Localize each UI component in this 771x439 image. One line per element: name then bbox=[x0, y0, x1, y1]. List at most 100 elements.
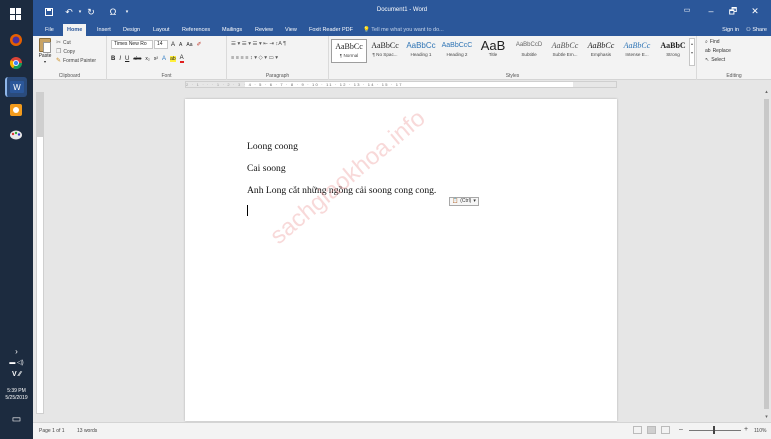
zoom-level[interactable]: 110% bbox=[754, 428, 766, 434]
paragraph-1[interactable]: Loong coong bbox=[247, 141, 298, 152]
zoom-out-button[interactable]: – bbox=[679, 426, 683, 433]
share-button[interactable]: ⚇ Share bbox=[746, 24, 767, 36]
paragraph-row-2[interactable]: ≡ ≡ ≡ ≡ ↕ ▾ ◇ ▾ ▭ ▾ bbox=[231, 55, 278, 61]
zoom-in-button[interactable]: + bbox=[744, 426, 748, 433]
tab-insert[interactable]: Insert bbox=[93, 24, 115, 36]
copy-button[interactable]: ❐ Copy bbox=[56, 48, 75, 56]
read-mode-icon[interactable] bbox=[633, 426, 642, 434]
tray-clock[interactable]: 5:39 PM 5/25/2019 bbox=[0, 388, 33, 402]
strikethrough-button[interactable]: abc bbox=[133, 56, 141, 62]
tab-file[interactable]: File bbox=[41, 24, 58, 36]
style-heading-2[interactable]: AaBbCcC Heading 2 bbox=[439, 39, 475, 63]
paragraph-2[interactable]: Cai soong bbox=[247, 163, 286, 174]
replace-icon: ab bbox=[705, 48, 711, 54]
style-emphasis[interactable]: AaBbCc Emphasis bbox=[583, 39, 619, 63]
style-intense-emphasis[interactable]: AaBbCc Intense E... bbox=[619, 39, 655, 63]
vertical-scrollbar[interactable]: ▴ ▾ bbox=[762, 89, 771, 422]
paste-button[interactable]: Paste ▾ bbox=[37, 38, 53, 66]
bold-button[interactable]: B bbox=[111, 56, 115, 62]
replace-button[interactable]: ab Replace bbox=[705, 48, 731, 54]
close-button[interactable]: ✕ bbox=[745, 4, 765, 18]
paragraph-3[interactable]: Anh Long cắt những ngồng cải soong cong … bbox=[247, 185, 436, 196]
style-strong[interactable]: AaBbC Strong bbox=[655, 39, 691, 63]
style-title[interactable]: AaB Title bbox=[475, 39, 511, 63]
cut-button[interactable]: ✂ Cut bbox=[56, 39, 71, 47]
style-sample: AaB bbox=[480, 39, 506, 52]
select-button[interactable]: ↖ Select bbox=[705, 57, 725, 63]
shrink-font-button[interactable]: A bbox=[179, 42, 182, 48]
subscript-button[interactable]: x₂ bbox=[145, 56, 149, 62]
tray-date: 5/25/2019 bbox=[5, 395, 28, 401]
tab-home[interactable]: Home bbox=[63, 24, 87, 36]
maximize-button[interactable]: 🗗 bbox=[723, 4, 743, 18]
word-window: ↶ ▾ ↻ Ω ▾ Document1 - Word ▭ – 🗗 ✕ File … bbox=[33, 0, 771, 439]
tab-view[interactable]: View bbox=[281, 24, 301, 36]
sign-in-link[interactable]: Sign in bbox=[722, 24, 739, 36]
highlight-color-button[interactable]: ab bbox=[170, 56, 176, 62]
scroll-up-icon[interactable]: ▴ bbox=[762, 89, 771, 97]
superscript-button[interactable]: x² bbox=[154, 56, 158, 62]
minimize-button[interactable]: – bbox=[701, 4, 721, 18]
tab-review[interactable]: Review bbox=[251, 24, 277, 36]
style-name: ¶ No Spac... bbox=[372, 52, 398, 57]
tab-mailings[interactable]: Mailings bbox=[218, 24, 246, 36]
taskbar-paint-button[interactable] bbox=[5, 124, 27, 144]
tab-design[interactable]: Design bbox=[119, 24, 144, 36]
style-no-spacing[interactable]: AaBbCc ¶ No Spac... bbox=[367, 39, 403, 63]
tell-me-text: Tell me what you want to do... bbox=[371, 27, 444, 33]
style-normal[interactable]: AaBbCc ¶ Normal bbox=[331, 39, 367, 63]
zoom-slider[interactable] bbox=[689, 430, 741, 431]
taskbar-word-button[interactable]: W bbox=[5, 77, 27, 97]
paragraph-row-1[interactable]: ☰ ▾ ☰ ▾ ☰ ▾ ⇤ ⇥ ↕A ¶ bbox=[231, 41, 286, 47]
font-name-select[interactable]: Times New Ro bbox=[111, 40, 153, 49]
scroll-down-icon[interactable]: ▾ bbox=[762, 414, 771, 422]
tab-foxit-reader-pdf[interactable]: Foxit Reader PDF bbox=[305, 24, 357, 36]
vertical-ruler[interactable] bbox=[36, 92, 44, 414]
app-icon bbox=[10, 104, 22, 116]
notification-icon[interactable]: ▭ bbox=[0, 414, 33, 425]
paintbrush-icon: ✎ bbox=[56, 58, 62, 64]
word-count[interactable]: 13 words bbox=[77, 428, 97, 434]
print-layout-icon[interactable] bbox=[647, 426, 656, 434]
change-case-button[interactable]: Aa bbox=[186, 42, 192, 48]
ribbon-display-options-icon[interactable]: ▭ bbox=[677, 4, 697, 18]
tray-network-volume-icon[interactable]: ▬ ◁) bbox=[0, 359, 33, 366]
word-icon: W bbox=[10, 81, 24, 93]
tell-me-search[interactable]: 💡 Tell me what you want to do... bbox=[363, 24, 444, 36]
watermark: sachgiaokhoa.info bbox=[265, 104, 431, 250]
page-count[interactable]: Page 1 of 1 bbox=[39, 428, 65, 434]
paste-options-button[interactable]: 📋 (Ctrl) ▾ bbox=[449, 197, 479, 206]
taskbar-firefox-button[interactable] bbox=[5, 30, 27, 50]
font-color-button[interactable]: A bbox=[179, 55, 184, 63]
editing-group-label: Editing bbox=[726, 73, 742, 79]
web-layout-icon[interactable] bbox=[661, 426, 670, 434]
style-subtitle[interactable]: AaBbCcD Subtitle bbox=[511, 39, 547, 63]
tray-v-icon[interactable]: V ∕∕ bbox=[0, 371, 33, 378]
style-sample: AaBbCc bbox=[335, 42, 363, 51]
underline-button[interactable]: U bbox=[125, 56, 129, 62]
grow-font-button[interactable]: A bbox=[171, 42, 175, 48]
horizontal-ruler[interactable]: 2 · 1 · · · 1 · 2 · 3 · 4 · 5 · 6 · 7 · … bbox=[33, 80, 771, 89]
clear-formatting-icon[interactable]: ✐ bbox=[196, 41, 201, 48]
style-heading-1[interactable]: AaBbCc Heading 1 bbox=[403, 39, 439, 63]
taskbar-chrome-button[interactable] bbox=[5, 53, 27, 73]
zoom-slider-thumb[interactable] bbox=[713, 426, 715, 434]
scroll-thumb[interactable] bbox=[764, 99, 769, 409]
italic-button[interactable]: I bbox=[119, 56, 121, 62]
taskbar-app-button[interactable] bbox=[5, 100, 27, 120]
tray-expand-icon[interactable]: › bbox=[0, 347, 33, 356]
format-painter-button[interactable]: ✎ Format Painter bbox=[56, 57, 96, 65]
styles-gallery-scroll[interactable]: ▴ ▾ bbox=[689, 38, 695, 66]
style-subtle-emphasis[interactable]: AaBbCc Subtle Em... bbox=[547, 39, 583, 63]
tab-references[interactable]: References bbox=[178, 24, 214, 36]
paste-options-label: (Ctrl) bbox=[460, 198, 472, 204]
tab-layout[interactable]: Layout bbox=[149, 24, 174, 36]
style-sample: AaBbCc bbox=[587, 41, 615, 50]
find-button[interactable]: ⌕ Find bbox=[705, 39, 720, 45]
text-effects-button[interactable]: A bbox=[162, 56, 166, 62]
windows-start-button[interactable] bbox=[5, 4, 27, 24]
document-page[interactable]: Loong coong Cai soong Anh Long cắt những… bbox=[185, 99, 617, 421]
find-label: Find bbox=[709, 39, 720, 45]
person-icon: ⚇ bbox=[745, 27, 751, 33]
font-size-select[interactable]: 14 bbox=[154, 40, 168, 49]
